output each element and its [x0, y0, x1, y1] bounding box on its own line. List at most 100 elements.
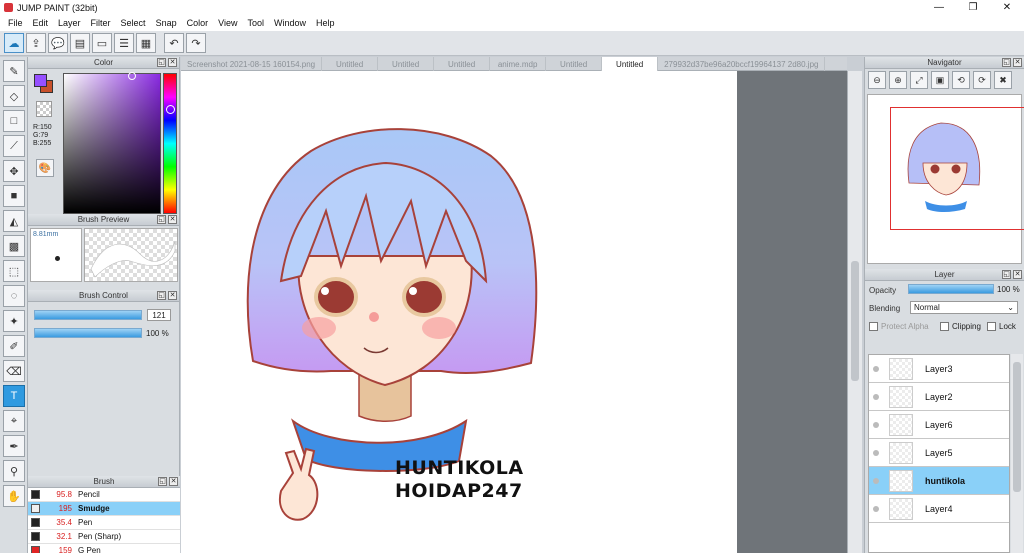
rotate-icon[interactable]: ⟲	[952, 71, 970, 89]
menu-filter[interactable]: Filter	[86, 18, 116, 28]
panel-float-icon[interactable]: ◱	[157, 291, 166, 300]
move-icon[interactable]: ✥	[3, 160, 25, 182]
hand-icon[interactable]: ✋	[3, 485, 25, 507]
visibility-eye-icon[interactable]	[873, 449, 879, 456]
visibility-eye-icon[interactable]	[873, 393, 879, 400]
bucket-icon[interactable]: ◭	[3, 210, 25, 232]
panel-close-icon[interactable]: ✕	[1013, 270, 1022, 279]
menu-view[interactable]: View	[213, 18, 242, 28]
menu-layer[interactable]: Layer	[53, 18, 86, 28]
actual-size-icon[interactable]: ▣	[931, 71, 949, 89]
layer-row[interactable]: huntikola	[869, 467, 1009, 495]
transform-icon[interactable]: ⌖	[3, 410, 25, 432]
restore-button[interactable]: ❐	[956, 0, 990, 15]
layer-row[interactable]: Layer5	[869, 439, 1009, 467]
visibility-eye-icon[interactable]	[873, 365, 879, 372]
list-icon[interactable]: ☰	[114, 33, 134, 53]
primary-color-swatch[interactable]	[34, 74, 47, 87]
brush-size-value[interactable]: 121	[147, 309, 171, 321]
transparent-color-swatch[interactable]	[36, 101, 52, 117]
select-icon[interactable]: ⬚	[3, 260, 25, 282]
brush-list-item[interactable]: 95.8 Pencil	[28, 488, 180, 502]
visibility-eye-icon[interactable]	[873, 477, 879, 484]
text-icon[interactable]: T	[3, 385, 25, 407]
fill-rect-icon[interactable]: ■	[3, 185, 25, 207]
panel-float-icon[interactable]: ◱	[1002, 58, 1011, 67]
scrollbar-thumb[interactable]	[851, 261, 859, 381]
panel-close-icon[interactable]: ✕	[169, 477, 178, 486]
redo-icon[interactable]: ↷	[186, 33, 206, 53]
panel-close-icon[interactable]: ✕	[168, 291, 177, 300]
pen-icon[interactable]: ✒	[3, 435, 25, 457]
lasso-icon[interactable]: ◌	[3, 285, 25, 307]
dropper-icon[interactable]: ⚲	[3, 460, 25, 482]
menu-select[interactable]: Select	[116, 18, 151, 28]
panel-close-icon[interactable]: ✕	[1013, 58, 1022, 67]
brush-list-item[interactable]: 35.4 Pen	[28, 516, 180, 530]
undo-icon[interactable]: ↶	[164, 33, 184, 53]
menu-window[interactable]: Window	[269, 18, 311, 28]
canvas[interactable]: HUNTIKOLA HOIDAP247	[181, 71, 737, 553]
reset-view-icon[interactable]: ✖	[994, 71, 1012, 89]
hue-knob[interactable]	[166, 105, 175, 114]
layer-row[interactable]: Layer4	[869, 495, 1009, 523]
eraser-icon[interactable]: ◇	[3, 85, 25, 107]
layer-row[interactable]: Layer3	[869, 355, 1009, 383]
panel-float-icon[interactable]: ◱	[158, 477, 167, 486]
panel-float-icon[interactable]: ◱	[157, 215, 166, 224]
brush-list-item[interactable]: 32.1 Pen (Sharp)	[28, 530, 180, 544]
select-eraser-icon[interactable]: ⌫	[3, 360, 25, 382]
minimize-button[interactable]: —	[922, 0, 956, 15]
layer-opacity-slider[interactable]	[908, 284, 994, 294]
document-tab[interactable]: 279932d37be96a20bccf19964137 2d80.jpg	[658, 57, 826, 71]
panel-close-icon[interactable]: ✕	[168, 58, 177, 67]
menu-help[interactable]: Help	[311, 18, 340, 28]
flip-icon[interactable]: ⟳	[973, 71, 991, 89]
brush-size-slider[interactable]	[34, 310, 142, 320]
layer-row[interactable]: Layer6	[869, 411, 1009, 439]
grid-icon[interactable]: ▦	[136, 33, 156, 53]
document-tab[interactable]: Untitled	[322, 57, 379, 71]
rect-select-icon[interactable]: □	[3, 110, 25, 132]
document-tab[interactable]: Untitled	[602, 57, 659, 71]
navigator-preview[interactable]	[867, 94, 1024, 264]
canvas-vertical-scrollbar[interactable]	[847, 71, 862, 553]
close-button[interactable]: ✕	[990, 0, 1024, 15]
visibility-eye-icon[interactable]	[873, 421, 879, 428]
saturation-value-picker[interactable]	[63, 72, 161, 214]
menu-file[interactable]: File	[3, 18, 28, 28]
gradient-icon[interactable]: ▩	[3, 235, 25, 257]
canvas-area[interactable]: HUNTIKOLA HOIDAP247	[181, 71, 847, 553]
panel-float-icon[interactable]: ◱	[157, 58, 166, 67]
page-icon[interactable]: ▭	[92, 33, 112, 53]
clipping-checkbox[interactable]: Clipping	[940, 322, 981, 331]
document-tab[interactable]: Untitled	[434, 57, 491, 71]
document-tab[interactable]: Untitled	[378, 57, 435, 71]
brush-list-item[interactable]: 159 G Pen	[28, 544, 180, 553]
comment-icon[interactable]: 💬	[48, 33, 68, 53]
panel-float-icon[interactable]: ◱	[1002, 270, 1011, 279]
magic-wand-icon[interactable]: ✦	[3, 310, 25, 332]
menu-color[interactable]: Color	[182, 18, 214, 28]
visibility-eye-icon[interactable]	[873, 505, 879, 512]
zoom-in-icon[interactable]: ⊕	[889, 71, 907, 89]
brush-opacity-slider[interactable]	[34, 328, 142, 338]
brush-list-item[interactable]: 195 Smudge	[28, 502, 180, 516]
document-tab[interactable]: Screenshot 2021-08-15 160154.png	[181, 57, 323, 71]
blending-select[interactable]: Normal ⌄	[910, 301, 1018, 314]
lock-checkbox[interactable]: Lock	[987, 322, 1016, 331]
zoom-out-icon[interactable]: ⊖	[868, 71, 886, 89]
sv-knob[interactable]	[128, 72, 136, 80]
menu-edit[interactable]: Edit	[28, 18, 54, 28]
brush-icon[interactable]: ✎	[3, 60, 25, 82]
fit-icon[interactable]: ⤢	[910, 71, 928, 89]
layer-list-scrollbar[interactable]	[1011, 354, 1023, 553]
menu-snap[interactable]: Snap	[151, 18, 182, 28]
cloud-icon[interactable]: ☁	[4, 33, 24, 53]
export-icon[interactable]: ⇪	[26, 33, 46, 53]
protect-alpha-checkbox[interactable]: Protect Alpha	[869, 322, 929, 331]
layer-row[interactable]: Layer2	[869, 383, 1009, 411]
document-tab[interactable]: Untitled	[546, 57, 603, 71]
select-pen-icon[interactable]: ✐	[3, 335, 25, 357]
material-icon[interactable]: ▤	[70, 33, 90, 53]
